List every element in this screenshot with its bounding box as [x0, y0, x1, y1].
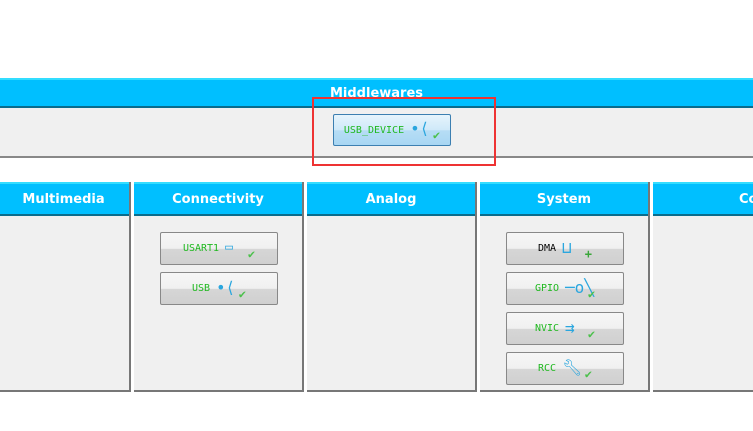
wrench-icon: 🔧︎ ✔ [562, 357, 593, 381]
dma-button[interactable]: DMA ⊔ + [506, 232, 624, 265]
panel-control: Control [653, 182, 753, 392]
gpio-button[interactable]: GPIO ─o╲ ✔ [506, 272, 624, 305]
button-label: RCC [537, 363, 557, 374]
button-label: USB [191, 283, 211, 294]
panel-multimedia: Multimedia [0, 182, 131, 392]
switch-icon: ─o╲ ✔ [565, 277, 596, 301]
rcc-button[interactable]: RCC 🔧︎ ✔ [506, 352, 624, 385]
usart1-button[interactable]: USART1 ▭ ✔ [160, 232, 278, 265]
button-label: NVIC [534, 323, 560, 334]
panel-title: Control [653, 182, 753, 216]
panel-title: System [480, 182, 648, 216]
dma-icon: ⊔ + [562, 237, 593, 261]
usb-button[interactable]: USB •⟨ ✔ [160, 272, 278, 305]
nvic-button[interactable]: NVIC ⇉ ✔ [506, 312, 624, 345]
panel-analog: Analog [307, 182, 477, 392]
button-label: DMA [537, 243, 557, 254]
interrupt-icon: ⇉ ✔ [565, 317, 596, 341]
highlight-box [312, 97, 496, 166]
panel-title: Connectivity [134, 182, 302, 216]
button-label: GPIO [534, 283, 560, 294]
panel-title: Analog [307, 182, 475, 216]
usb-icon: •⟨ ✔ [216, 277, 247, 301]
button-label: USART1 [182, 243, 220, 254]
serial-port-icon: ▭ ✔ [225, 239, 256, 261]
panel-title: Multimedia [0, 182, 129, 216]
